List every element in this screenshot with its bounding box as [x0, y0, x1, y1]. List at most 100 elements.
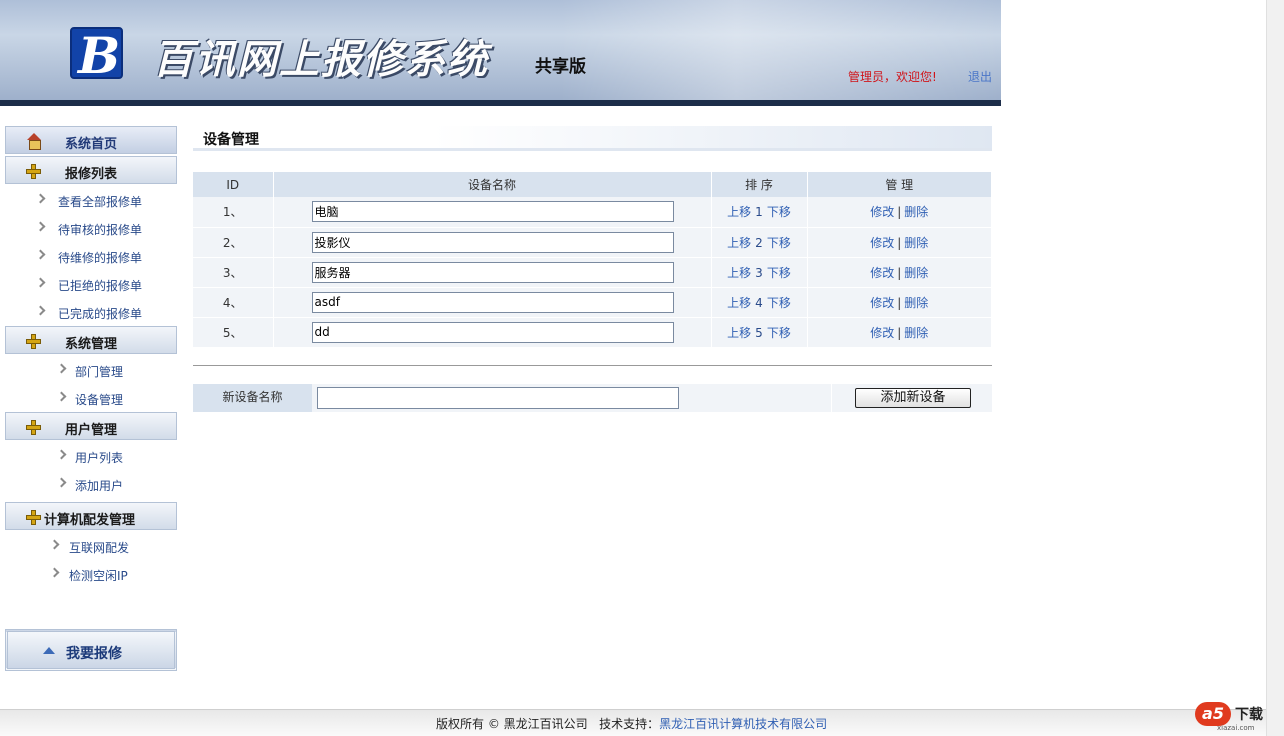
sidebar-home[interactable]: 系统首页	[5, 126, 177, 154]
order-number: 5	[755, 325, 763, 340]
support-company-link[interactable]: 黑龙江百讯计算机技术有限公司	[659, 717, 827, 731]
sidebar-item-departments[interactable]: 部门管理	[5, 356, 177, 384]
expand-icon	[26, 334, 41, 349]
sidebar-section-label: 报修列表	[65, 167, 118, 182]
sidebar-section-repair-list[interactable]: 报修列表	[5, 156, 177, 184]
delete-link[interactable]: 删除	[904, 266, 928, 280]
logo-icon: B	[70, 26, 123, 85]
sidebar-item-label: 设备管理	[75, 393, 124, 407]
arrow-right-icon	[35, 305, 46, 316]
move-up-link[interactable]: 上移	[727, 296, 751, 310]
sidebar-item-rejected[interactable]: 已拒绝的报修单	[5, 270, 177, 298]
sidebar-home-label: 系统首页	[65, 137, 118, 152]
device-name-input[interactable]	[311, 291, 674, 313]
move-down-link[interactable]: 下移	[767, 266, 791, 280]
column-header-name: 设备名称	[273, 172, 712, 197]
move-up-link[interactable]: 上移	[727, 326, 751, 340]
new-device-label: 新设备名称	[193, 384, 312, 412]
logout-link[interactable]: 退出	[968, 68, 992, 85]
vertical-scrollbar[interactable]	[1266, 0, 1284, 736]
report-repair-button[interactable]: 我要报修	[5, 629, 177, 671]
order-number: 2	[755, 235, 763, 250]
device-manage-cell: 修改 | 删除	[807, 227, 992, 258]
move-down-link[interactable]: 下移	[767, 296, 791, 310]
device-manage-cell: 修改 | 删除	[807, 257, 992, 288]
table-row: 3、 上移 3 下移 修改|删除	[193, 257, 992, 288]
sidebar-item-devices[interactable]: 设备管理	[5, 384, 177, 412]
logo-letter: B	[78, 26, 121, 85]
move-down-link[interactable]: 下移	[767, 236, 791, 250]
footer: 版权所有 © 黑龙江百讯公司 技术支持：黑龙江百讯计算机技术有限公司	[0, 709, 1266, 736]
table-row: 2、 上移 2 下移 修改|删除	[193, 227, 992, 258]
sidebar-item-label: 检测空闲IP	[69, 569, 128, 583]
sidebar-section-system[interactable]: 系统管理	[5, 326, 177, 354]
move-down-link[interactable]: 下移	[767, 205, 791, 219]
device-name-cell	[273, 197, 712, 228]
sidebar-item-user-list[interactable]: 用户列表	[5, 442, 177, 470]
edition-label: 共享版	[535, 57, 586, 77]
table-row: 1、 上移 1 下移 修改|删除	[193, 197, 992, 228]
delete-link[interactable]: 删除	[904, 205, 928, 219]
delete-link[interactable]: 删除	[904, 236, 928, 250]
device-id-cell: 3、	[193, 257, 274, 288]
header-shine	[560, 0, 1001, 100]
arrow-right-icon	[49, 539, 60, 550]
header-banner: B 百讯网上报修系统 共享版 管理员，欢迎您! 退出	[0, 0, 1001, 106]
device-name-input[interactable]	[311, 261, 674, 283]
device-id-cell: 1、	[193, 197, 274, 228]
sidebar-item-all-orders[interactable]: 查看全部报修单	[5, 186, 177, 214]
watermark-url: xiazai.com	[1217, 724, 1255, 732]
sidebar-item-add-user[interactable]: 添加用户	[5, 470, 177, 498]
delete-link[interactable]: 删除	[904, 296, 928, 310]
watermark-text: 下载	[1235, 707, 1263, 723]
arrow-right-icon	[35, 193, 46, 204]
add-button-cell: 添加新设备	[831, 384, 992, 412]
column-header-order: 排 序	[711, 172, 808, 197]
sidebar-item-label: 部门管理	[75, 365, 124, 379]
separator: |	[897, 295, 902, 310]
order-number: 1	[755, 205, 763, 220]
sidebar-item-internet-allocation[interactable]: 互联网配发	[5, 532, 177, 560]
device-name-input[interactable]	[311, 321, 674, 343]
sidebar-section-computer-allocation[interactable]: 计算机配发管理	[5, 502, 177, 530]
move-up-link[interactable]: 上移	[727, 236, 751, 250]
new-device-name-input[interactable]	[317, 387, 679, 409]
device-manage-cell: 修改 | 删除	[807, 197, 992, 228]
device-name-input[interactable]	[311, 201, 674, 223]
sidebar-item-pending-repair[interactable]: 待维修的报修单	[5, 242, 177, 270]
delete-link[interactable]: 删除	[904, 326, 928, 340]
move-up-link[interactable]: 上移	[727, 205, 751, 219]
add-device-button[interactable]: 添加新设备	[855, 388, 971, 408]
move-up-link[interactable]: 上移	[727, 266, 751, 280]
sidebar-item-completed[interactable]: 已完成的报修单	[5, 298, 177, 326]
device-name-cell	[273, 317, 712, 348]
sidebar-item-label: 添加用户	[75, 479, 124, 493]
sidebar-item-label: 已完成的报修单	[58, 307, 143, 321]
sidebar-section-users[interactable]: 用户管理	[5, 412, 177, 440]
edit-link[interactable]: 修改	[870, 296, 894, 310]
device-order-cell: 上移 1 下移	[711, 197, 808, 228]
edit-link[interactable]: 修改	[870, 326, 894, 340]
device-name-input[interactable]	[311, 231, 674, 253]
order-number: 3	[755, 265, 763, 280]
arrow-right-icon	[56, 449, 67, 460]
device-manage-cell: 修改 | 删除	[807, 317, 992, 348]
device-id-cell: 5、	[193, 317, 274, 348]
device-order-cell: 上移 5 下移	[711, 317, 808, 348]
edit-link[interactable]: 修改	[870, 266, 894, 280]
move-down-link[interactable]: 下移	[767, 326, 791, 340]
edit-link[interactable]: 修改	[870, 205, 894, 219]
device-name-cell	[273, 227, 712, 258]
table-row: 4、 上移 4 下移 修改|删除	[193, 287, 992, 318]
device-name-cell	[273, 287, 712, 318]
page-title: 设备管理	[203, 132, 259, 148]
expand-icon	[26, 510, 41, 525]
separator: |	[897, 205, 902, 220]
device-order-cell: 上移 2 下移	[711, 227, 808, 258]
sidebar-item-check-idle-ip[interactable]: 检测空闲IP	[5, 560, 177, 588]
sidebar-item-label: 互联网配发	[69, 541, 130, 555]
footer-text: 版权所有 © 黑龙江百讯公司 技术支持：黑龙江百讯计算机技术有限公司	[436, 715, 827, 732]
sidebar-item-pending-review[interactable]: 待审核的报修单	[5, 214, 177, 242]
table-row: 5、 上移 5 下移 修改|删除	[193, 317, 992, 348]
edit-link[interactable]: 修改	[870, 236, 894, 250]
